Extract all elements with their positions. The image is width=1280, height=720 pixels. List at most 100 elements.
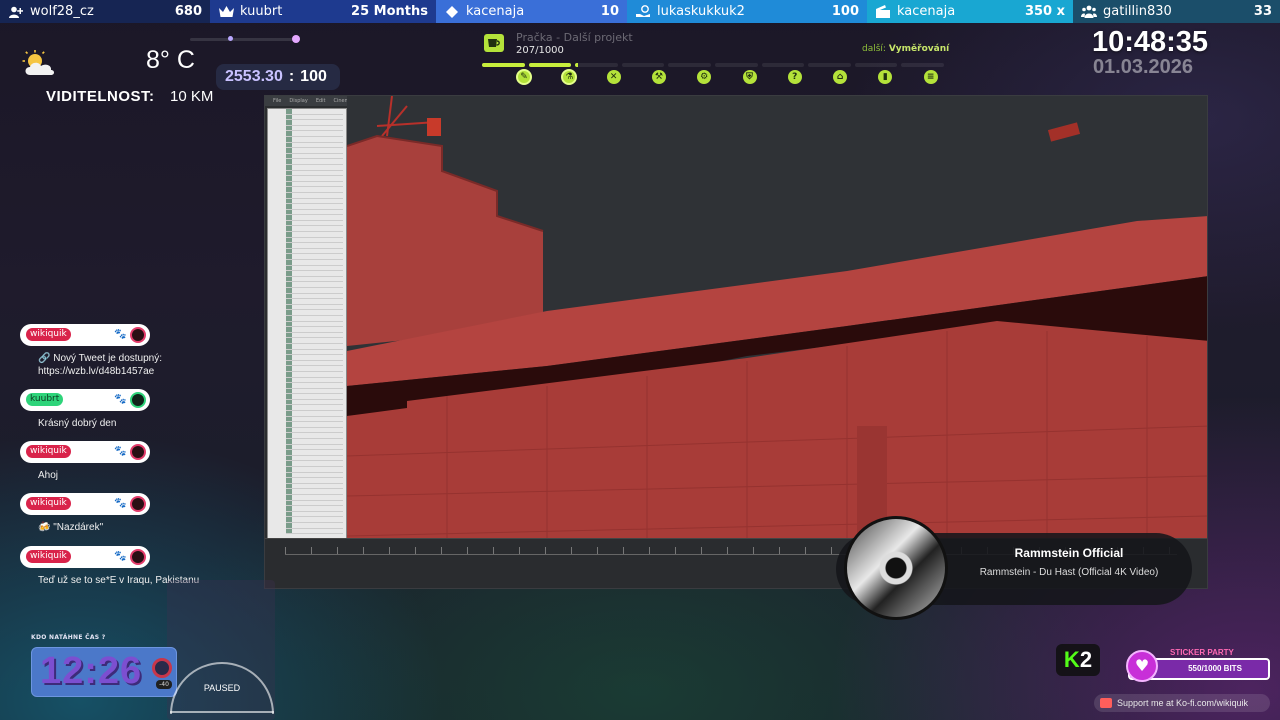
top-segment-name: kacenaja <box>897 4 956 19</box>
editor-menu-item[interactable]: File <box>273 98 281 104</box>
goal-bar-segment <box>482 63 525 67</box>
cup-icon <box>484 34 504 52</box>
stock-value: 2553.30 <box>225 68 283 85</box>
chat-username: wikiquik <box>26 550 71 563</box>
paw-icon: 🐾 <box>114 551 127 562</box>
sticker-party-bits: 550/1000 BITS <box>1188 664 1242 673</box>
crown-icon <box>218 4 234 20</box>
stock-counter: 2553.30 : 100 <box>216 64 340 90</box>
flask-icon: ⚗ <box>561 69 578 85</box>
avatar <box>130 549 146 565</box>
viewport-scene <box>346 96 1207 540</box>
k2-logo-2: 2 <box>1079 647 1093 672</box>
now-playing-artist: Rammstein Official <box>1014 546 1124 560</box>
editor-3d-viewport[interactable] <box>346 96 1207 540</box>
top-segment-name: lukaskukkuk2 <box>657 4 745 19</box>
wrench-icon: ⚙ <box>697 70 712 84</box>
chat-message: wikiquik 🐾 🔗 Nový Tweet je dostupný: https… <box>20 324 280 378</box>
goal-next-label: Vyměřování <box>888 44 950 54</box>
heart-icon: ♥ <box>1126 650 1158 682</box>
k2-logo-k: K <box>1063 647 1080 672</box>
avatar <box>130 327 146 343</box>
top-segment-name: gatillin830 <box>1103 4 1172 19</box>
chat-header: wikiquik 🐾 <box>20 493 150 515</box>
cross-icon: ✕ <box>606 70 621 84</box>
goal-bar-segment <box>528 63 572 67</box>
kofi-cup-icon <box>1100 698 1112 708</box>
editor-menu-item[interactable]: Edit <box>316 98 326 104</box>
chat-text: Krásný dobrý den <box>38 418 117 429</box>
partly-cloudy-icon <box>22 50 56 76</box>
stack-icon: ≡ <box>923 70 938 84</box>
chat-username: wikiquik <box>26 497 71 510</box>
user-plus-icon <box>8 4 24 20</box>
top-segment-gift: kacenaja 10 <box>436 0 627 23</box>
top-segment-value: 10 <box>600 4 619 19</box>
top-segment-name: kacenaja <box>466 4 525 19</box>
paw-icon: 🐾 <box>114 498 127 509</box>
paused-gauge-base <box>170 711 274 713</box>
goal-bar-segment <box>808 63 851 67</box>
tree-row[interactable] <box>286 528 343 535</box>
mini-slider-track <box>190 38 300 41</box>
question-icon: ? <box>787 70 802 84</box>
hand-coin-icon <box>635 4 651 20</box>
top-segment-donation: lukaskukkuk2 100 <box>627 0 867 23</box>
chat-header: wikiquik 🐾 <box>20 324 150 346</box>
top-segment-follower: wolf28_cz 680 <box>0 0 210 23</box>
clock-date: 01.03.2026 <box>1092 56 1194 78</box>
goal-bar-segment <box>714 63 758 67</box>
clock-time: 10:48:35 <box>1091 26 1209 58</box>
goal-count: 207/1000 <box>516 45 564 56</box>
top-events-bar: wolf28_cz 680 kuubrt 25 Months kacenaja … <box>0 0 1280 23</box>
paused-label: PAUSED <box>203 683 241 693</box>
temperature: 8° C <box>146 46 195 74</box>
paw-icon: 🐾 <box>114 329 127 340</box>
goal-next-prefix: další: <box>862 44 886 54</box>
game-editor-window[interactable]: FileDisplayEditCinematicModules <box>264 95 1208 589</box>
visibility-value: 10 KM <box>170 88 214 105</box>
goal-bar-fill <box>575 63 579 67</box>
chat-username: wikiquik <box>26 328 71 341</box>
stock-secondary: 100 <box>300 68 327 85</box>
goal-bar-segment <box>761 63 805 67</box>
chat-message: wikiquik 🐾 🍻 "Nazdárek" <box>20 493 280 534</box>
timer-value: 12:26 <box>40 650 143 692</box>
kofi-text: Support me at Ko-fi.com/wikiquik <box>1117 698 1249 708</box>
goal-bar-segment <box>621 63 665 67</box>
avatar <box>130 444 146 460</box>
goal-bar-segment <box>901 63 944 67</box>
chat-message: kuubrt 🐾 Krásný dobrý den <box>20 389 280 430</box>
goal-bar-segment <box>575 63 618 67</box>
mini-slider-dot <box>292 35 300 43</box>
editor-menu-item[interactable]: Display <box>289 98 307 104</box>
paw-icon: 🐾 <box>114 446 127 457</box>
ticket-icon <box>875 4 891 20</box>
goal-title: Pračka - Další projekt <box>516 31 633 44</box>
avatar <box>130 392 146 408</box>
album-art-disc <box>844 516 948 620</box>
chat-username: wikiquik <box>26 445 71 458</box>
visibility-label: VIDITELNOST: <box>46 88 155 105</box>
stock-separator: : <box>288 68 295 85</box>
house-icon: ⌂ <box>833 70 848 84</box>
chat-message: wikiquik 🐾 Ahoj <box>20 441 280 482</box>
avatar <box>130 496 146 512</box>
kofi-banner[interactable]: Support me at Ko-fi.com/wikiquik <box>1094 694 1270 712</box>
top-segment-value: 100 <box>831 4 859 19</box>
top-segment-name: kuubrt <box>240 4 283 19</box>
top-segment-subscriber: kuubrt 25 Months <box>210 0 436 23</box>
paw-icon: 🐾 <box>114 394 127 405</box>
chat-header: kuubrt 🐾 <box>20 389 150 411</box>
top-segment-name: wolf28_cz <box>30 4 94 19</box>
chat-text: 🔗 Nový Tweet je dostupný: https://wzb.lv… <box>38 353 162 377</box>
chat-text: Ahoj <box>38 470 59 481</box>
chat-header: wikiquik 🐾 <box>20 441 150 463</box>
goal-bar-segment <box>668 63 711 67</box>
top-segment-value: 350 x <box>1024 4 1065 19</box>
top-segment-tickets: kacenaja 350 x <box>867 0 1073 23</box>
goal-bar-segment <box>854 63 898 67</box>
sticker-party-title: STICKER PARTY <box>1170 648 1234 657</box>
goal-next: další: Vyměřování <box>862 44 949 54</box>
subathon-timer: 12:26 -40 <box>31 647 177 697</box>
